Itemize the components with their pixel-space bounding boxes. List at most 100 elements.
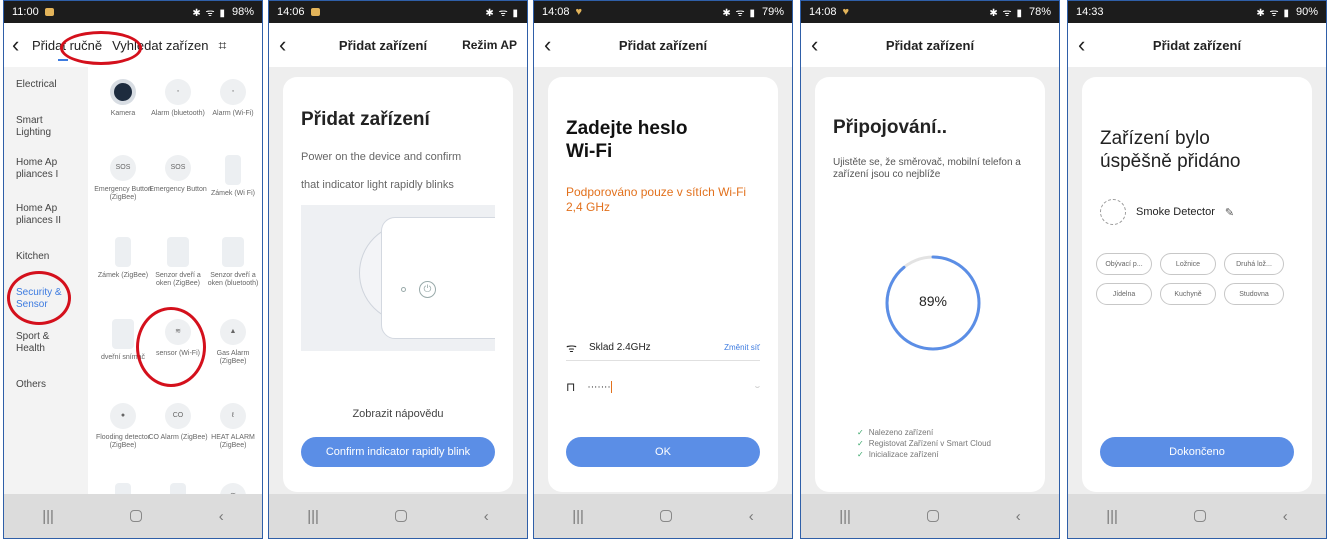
step-label: Nalezeno zařízení [868, 428, 934, 437]
device-tile-alarm-bluetooth[interactable]: ◦ Alarm (bluetooth) [148, 79, 208, 118]
home-icon[interactable] [395, 510, 408, 522]
sidebar-item-others[interactable]: Others [16, 379, 46, 391]
device-tile-alarm-wifi[interactable]: ◦ Alarm (Wi-Fi) [203, 79, 262, 118]
room-chip[interactable]: Studovna [1224, 283, 1284, 305]
device-tile-co-alarm[interactable]: CO CO Alarm (ZigBee) [148, 403, 208, 442]
recents-icon[interactable]: ||| [42, 508, 54, 525]
band-warning: Podporováno pouze v sítích Wi-Fi 2,4 GHz [566, 185, 747, 214]
phone-screen-device-added: 14:33 ✱ ᯤ ▮ 90% ‹ Přidat zařízení Zařízen… [1067, 0, 1327, 539]
sidebar-item-home-appliances-1[interactable]: Home Ap pliances I [16, 157, 72, 181]
phone-screen-add-manually: 11:00 ✱ ᯤ ▮ 98% ‹ Přidat ručně Vyhledat z… [3, 0, 263, 539]
back-icon[interactable]: ‹ [219, 508, 224, 525]
system-nav-bar: ||| ‹ [534, 494, 792, 538]
progress-label: 89% [918, 293, 948, 309]
change-network-link[interactable]: Změnit síť [724, 343, 760, 352]
room-chip[interactable]: Kuchyně [1160, 283, 1216, 305]
status-bar: 11:00 ✱ ᯤ ▮ 98% [4, 1, 262, 23]
device-tile-emergency-button-zigbee[interactable]: SOS Emergency Button (ZigBee) [93, 155, 153, 202]
heart-icon: ♥ [575, 6, 583, 18]
status-battery: 90% [1295, 6, 1318, 18]
content-card: Zařízení bylo úspěšně přidáno Smoke Dete… [1082, 77, 1312, 492]
device-tile-gas-alarm[interactable]: ▲ Gas Alarm (ZigBee) [203, 319, 262, 366]
room-chip[interactable]: Jídelna [1096, 283, 1152, 305]
status-bar: 14:06 ✱ ᯤ ▮ [269, 1, 527, 23]
progress-ring: 89% [883, 253, 983, 353]
sidebar-item-electrical[interactable]: Electrical [16, 79, 57, 91]
highlight-oval [7, 271, 71, 325]
home-icon[interactable] [130, 510, 143, 522]
signal-wifi-icons: ✱ ᯤ ▮ [485, 8, 519, 19]
sidebar-item-kitchen[interactable]: Kitchen [16, 251, 49, 263]
step-item: ✓ Inicializace zařízení [857, 449, 991, 460]
device-name: Smoke Detector [1136, 206, 1215, 218]
recents-icon[interactable]: ||| [307, 508, 319, 525]
device-label: Emergency Button (ZigBee) [94, 186, 152, 201]
recents-icon[interactable]: ||| [839, 508, 851, 525]
phone-screen-confirm-blink: 14:06 ✱ ᯤ ▮ ‹ Přidat zařízení Režim AP P… [268, 0, 528, 539]
device-label: Senzor dveří a oken (ZigBee) [155, 272, 201, 287]
status-time: 14:08 [542, 6, 570, 18]
power-icon: ⏻ [419, 281, 436, 298]
home-icon[interactable] [927, 510, 940, 522]
check-icon: ✓ [857, 450, 864, 459]
device-label: Alarm (Wi-Fi) [212, 110, 254, 117]
device-tile-door-sensor-zigbee[interactable]: Senzor dveří a oken (ZigBee) [148, 237, 208, 288]
device-label: Emergency Button [149, 186, 207, 193]
password-field[interactable]: ······· [587, 381, 754, 393]
scan-icon[interactable]: ⌗ [218, 37, 226, 54]
ap-mode-button[interactable]: Režim AP [462, 38, 517, 52]
wifi-icon: ᯤ [566, 341, 577, 355]
app-bar: ‹ Přidat zařízení Režim AP [269, 23, 527, 67]
recents-icon[interactable]: ||| [1106, 508, 1118, 525]
recents-icon[interactable]: ||| [572, 508, 584, 525]
content-card: Přidat zařízení Power on the device and … [283, 77, 513, 492]
room-chip[interactable]: Obývací p... [1096, 253, 1152, 275]
status-time: 14:08 [809, 6, 837, 18]
added-device-row: Smoke Detector ✎ [1100, 199, 1234, 225]
device-tile-flooding-detector[interactable]: ● Flooding detector (ZigBee) [93, 403, 153, 450]
confirm-blink-button[interactable]: Confirm indicator rapidly blink [301, 437, 495, 467]
device-tile-lock-wifi[interactable]: Zámek (Wi Fi) [203, 155, 262, 198]
co-icon: CO [165, 403, 191, 429]
room-chip[interactable]: Druhá lož... [1224, 253, 1284, 275]
show-help-link[interactable]: Zobrazit nápovědu [283, 408, 513, 420]
step-label: Registovat Zařízení v Smart Cloud [868, 439, 991, 448]
card-heading: Zadejte heslo Wi-Fi [566, 117, 687, 163]
notification-icon [310, 8, 320, 16]
device-tile-emergency-button[interactable]: SOS Emergency Button [148, 155, 208, 194]
back-arrow-icon[interactable]: ‹ [811, 34, 831, 56]
back-arrow-icon[interactable]: ‹ [12, 34, 32, 56]
back-arrow-icon[interactable]: ‹ [1078, 34, 1098, 56]
show-password-icon[interactable]: ⌣ [755, 382, 760, 392]
room-chip[interactable]: Ložnice [1160, 253, 1216, 275]
ok-button[interactable]: OK [566, 437, 760, 467]
status-battery: 79% [761, 6, 784, 18]
home-icon[interactable] [660, 510, 673, 522]
edit-pencil-icon[interactable]: ✎ [1225, 206, 1234, 219]
instruction-line: that indicator light rapidly blinks [301, 179, 454, 191]
text-caret [610, 381, 612, 393]
sidebar-item-home-appliances-2[interactable]: Home Ap pliances II [16, 203, 72, 227]
sidebar-item-smart-lighting[interactable]: Smart Lighting [16, 115, 72, 139]
app-bar: ‹ Přidat zařízení [534, 23, 792, 67]
thermometer-icon: ℓ [220, 403, 246, 429]
done-button[interactable]: Dokončeno [1100, 437, 1294, 467]
flame-icon: ▲ [220, 319, 246, 345]
back-arrow-icon[interactable]: ‹ [544, 34, 564, 56]
lock-icon [225, 155, 241, 185]
device-tile-door-sensor-bluetooth[interactable]: Senzor dveří a oken (bluetooth) [203, 237, 262, 288]
device-label: CO Alarm (ZigBee) [148, 434, 208, 441]
signal-wifi-icons: ✱ ᯤ ▮ [192, 8, 226, 19]
proximity-hint: Ujistěte se, že směrovač, mobilní telefo… [833, 157, 1021, 180]
back-icon[interactable]: ‹ [484, 508, 489, 525]
back-icon[interactable]: ‹ [1283, 508, 1288, 525]
sidebar-item-sport-health[interactable]: Sport & Health [16, 331, 66, 355]
device-tile-lock-zigbee[interactable]: Zámek (ZigBee) [93, 237, 153, 280]
back-arrow-icon[interactable]: ‹ [279, 34, 299, 56]
device-tile-heat-alarm[interactable]: ℓ HEAT ALARM (ZigBee) [203, 403, 262, 450]
device-tile-camera[interactable]: Kamera [93, 79, 153, 118]
back-icon[interactable]: ‹ [749, 508, 754, 525]
back-icon[interactable]: ‹ [1016, 508, 1021, 525]
system-nav-bar: ||| ‹ [1068, 494, 1326, 538]
home-icon[interactable] [1194, 510, 1207, 522]
